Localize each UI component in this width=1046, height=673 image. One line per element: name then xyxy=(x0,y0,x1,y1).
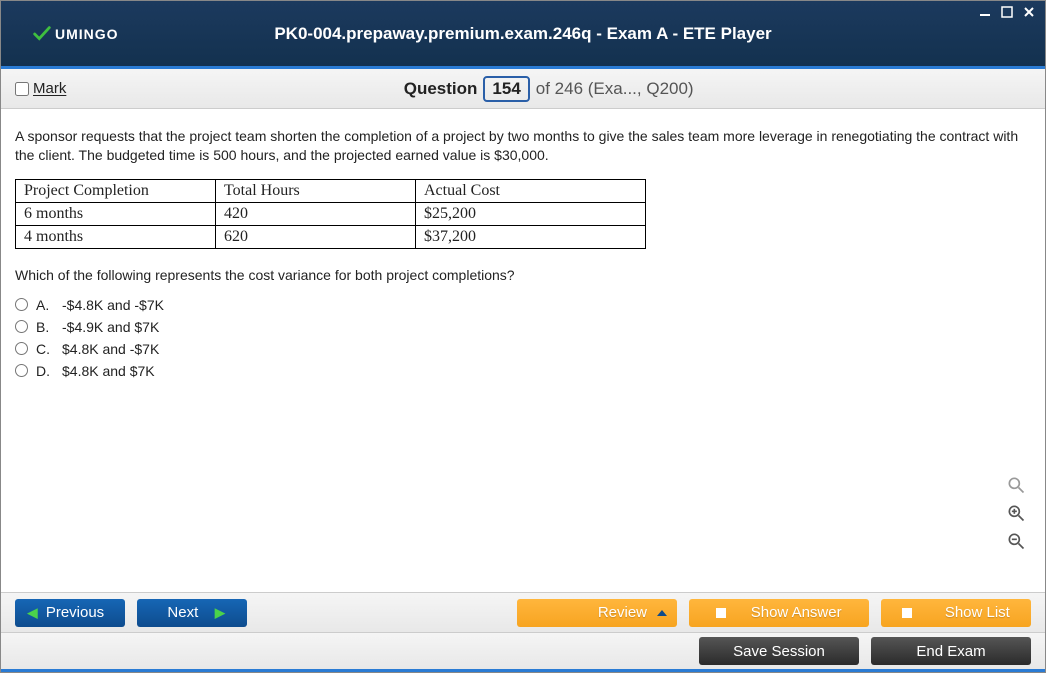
checkmark-icon xyxy=(31,23,53,45)
window-title: PK0-004.prepaway.premium.exam.246q - Exa… xyxy=(274,24,771,44)
option-b[interactable]: B.-$4.9K and $7K xyxy=(15,319,1031,335)
app-logo: UMINGO xyxy=(31,23,119,45)
previous-button[interactable]: ◀ Previous xyxy=(15,599,125,627)
window-controls xyxy=(977,5,1037,19)
sub-question: Which of the following represents the co… xyxy=(15,267,1031,283)
question-word: Question xyxy=(404,79,478,99)
show-answer-button[interactable]: Show Answer xyxy=(689,599,869,627)
end-exam-button[interactable]: End Exam xyxy=(871,637,1031,665)
zoom-in-icon[interactable] xyxy=(1005,502,1027,524)
footer-row-2: Save Session End Exam xyxy=(1,632,1045,672)
save-session-button[interactable]: Save Session xyxy=(699,637,859,665)
table-header: Total Hours xyxy=(216,179,416,202)
table-header: Actual Cost xyxy=(416,179,646,202)
question-number[interactable]: 154 xyxy=(483,76,529,102)
minimize-button[interactable] xyxy=(977,5,993,19)
footer: ◀ Previous Next ▶ Review Show Answer Sho… xyxy=(1,592,1045,672)
mark-checkbox[interactable]: Mark xyxy=(15,80,66,97)
question-indicator: Question 154 of 246 (Exa..., Q200) xyxy=(66,76,1031,102)
table-row: 6 months 420 $25,200 xyxy=(16,202,646,225)
stop-icon xyxy=(716,608,726,618)
option-d[interactable]: D.$4.8K and $7K xyxy=(15,363,1031,379)
question-content: A sponsor requests that the project team… xyxy=(1,109,1045,393)
option-c[interactable]: C.$4.8K and -$7K xyxy=(15,341,1031,357)
close-button[interactable] xyxy=(1021,5,1037,19)
answer-options: A.-$4.8K and -$7K B.-$4.9K and $7K C.$4.… xyxy=(15,297,1031,379)
logo-text: UMINGO xyxy=(55,26,119,42)
option-a[interactable]: A.-$4.8K and -$7K xyxy=(15,297,1031,313)
zoom-out-icon[interactable] xyxy=(1005,530,1027,552)
maximize-button[interactable] xyxy=(999,5,1015,19)
table-header: Project Completion xyxy=(16,179,216,202)
next-button[interactable]: Next ▶ xyxy=(137,599,247,627)
stop-icon xyxy=(902,608,912,618)
chevron-up-icon xyxy=(657,610,667,616)
title-bar: UMINGO PK0-004.prepaway.premium.exam.246… xyxy=(1,1,1045,69)
footer-row-1: ◀ Previous Next ▶ Review Show Answer Sho… xyxy=(1,592,1045,632)
zoom-tools xyxy=(1005,474,1027,552)
review-button[interactable]: Review xyxy=(517,599,677,627)
data-table: Project Completion Total Hours Actual Co… xyxy=(15,179,646,249)
question-bar: Mark Question 154 of 246 (Exa..., Q200) xyxy=(1,69,1045,109)
question-total: of 246 (Exa..., Q200) xyxy=(536,79,694,99)
table-row: 4 months 620 $37,200 xyxy=(16,225,646,248)
nav-group: ◀ Previous Next ▶ xyxy=(15,599,247,627)
question-stem: A sponsor requests that the project team… xyxy=(15,127,1031,165)
table-header-row: Project Completion Total Hours Actual Co… xyxy=(16,179,646,202)
mark-checkbox-input[interactable] xyxy=(15,82,29,96)
show-list-button[interactable]: Show List xyxy=(881,599,1031,627)
mark-label: Mark xyxy=(33,80,66,97)
search-icon[interactable] xyxy=(1005,474,1027,496)
